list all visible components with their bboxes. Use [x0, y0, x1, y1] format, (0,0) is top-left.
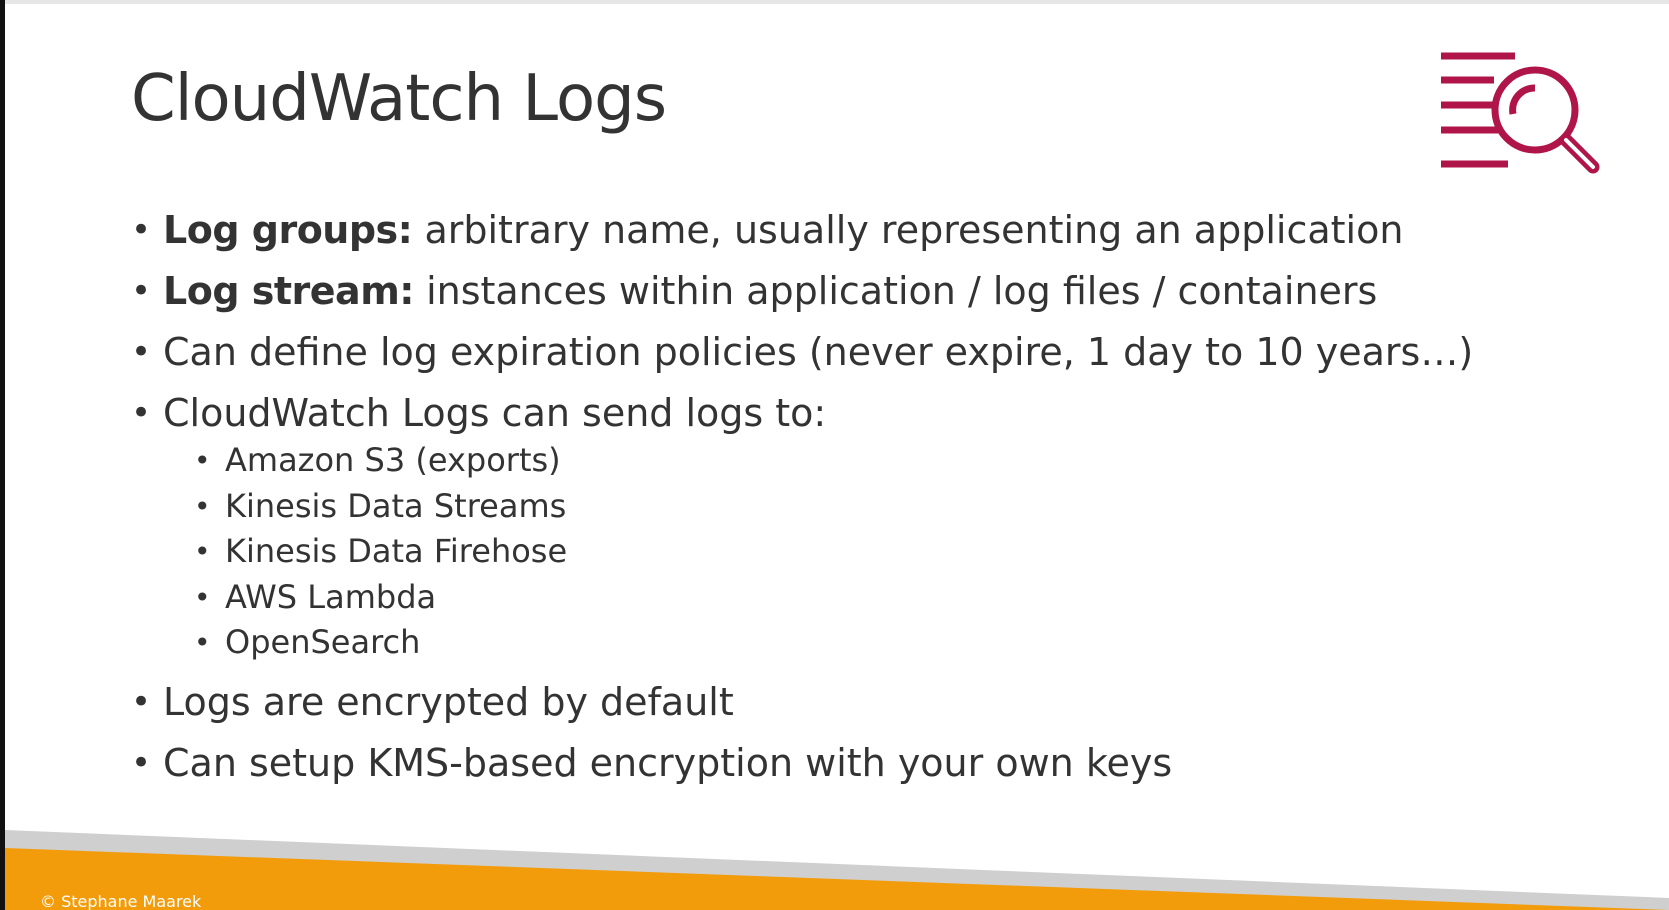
bullet-log-groups: Log groups: arbitrary name, usually repr…: [131, 200, 1473, 261]
bullet-list: Log groups: arbitrary name, usually repr…: [131, 200, 1473, 794]
sub-bullet-opensearch: OpenSearch: [194, 620, 1473, 666]
log-search-icon: [1441, 52, 1600, 174]
bullet-log-stream: Log stream: instances within application…: [131, 261, 1473, 322]
sub-bullet-kinesis-firehose: Kinesis Data Firehose: [194, 529, 1473, 575]
slide-title: CloudWatch Logs: [131, 62, 667, 136]
slide: CloudWatch Logs Log groups: arbitrary na…: [0, 0, 1669, 910]
footer-band: [5, 830, 1669, 910]
bullet-kms: Can setup KMS-based encryption with your…: [131, 733, 1473, 794]
bullet-encrypted: Logs are encrypted by default: [131, 672, 1473, 733]
sub-bullet-lambda: AWS Lambda: [194, 575, 1473, 621]
sub-bullet-kinesis-streams: Kinesis Data Streams: [194, 484, 1473, 530]
left-border: [0, 0, 5, 910]
bullet-send-logs: CloudWatch Logs can send logs to: Amazon…: [131, 383, 1473, 666]
top-border: [0, 0, 1669, 4]
destination-list: Amazon S3 (exports) Kinesis Data Streams…: [163, 438, 1473, 666]
copyright-text: © Stephane Maarek: [40, 892, 202, 910]
sub-bullet-s3: Amazon S3 (exports): [194, 438, 1473, 484]
bullet-expiration: Can define log expiration policies (neve…: [131, 322, 1473, 383]
